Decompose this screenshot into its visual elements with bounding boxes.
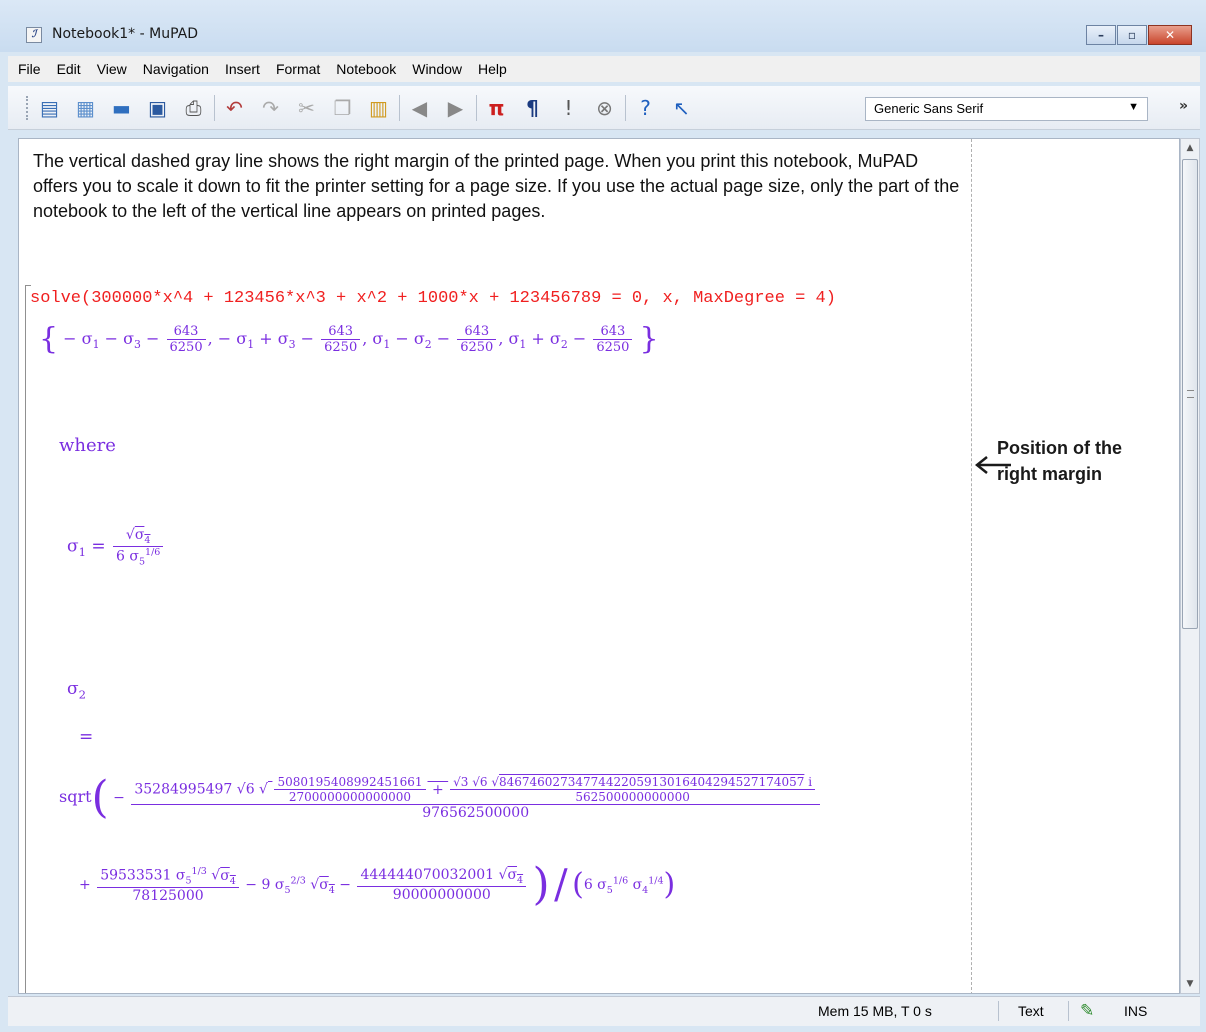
insert-calculation-icon[interactable]: π — [481, 93, 512, 123]
undo-icon[interactable]: ↶ — [219, 93, 250, 123]
margin-annotation: Position of the right margin — [997, 435, 1122, 487]
forward-icon[interactable]: ▶ — [440, 93, 471, 123]
menu-help[interactable]: Help — [470, 61, 515, 77]
menu-window[interactable]: Window — [404, 61, 470, 77]
sigma2-sqrt-line1: sqrt( − 35284995497 √6 √ 508019540899245… — [59, 775, 822, 821]
scroll-up-icon[interactable]: ▲ — [1181, 139, 1199, 157]
font-family-select[interactable]: Generic Sans Serif ▼ — [865, 97, 1148, 121]
open-icon[interactable]: ▬ — [106, 93, 137, 123]
menu-file[interactable]: File — [10, 61, 49, 77]
scrollbar-thumb[interactable] — [1182, 159, 1198, 629]
save-icon[interactable]: ▣ — [142, 93, 173, 123]
vertical-scrollbar[interactable]: ▲ ▼ — [1180, 138, 1200, 994]
back-icon[interactable]: ◀ — [404, 93, 435, 123]
sigma2-sqrt-line2: + 59533531 σ51/3 √σ4 78125000 − 9 σ52/3 … — [79, 859, 676, 910]
chevron-down-icon: ▼ — [1128, 101, 1139, 113]
annotation-line-1: Position of the — [997, 438, 1122, 458]
edit-pen-icon: ✎ — [1080, 1001, 1095, 1020]
right-margin-line — [971, 139, 972, 993]
stop-icon[interactable]: ⊗ — [589, 93, 620, 123]
where-label: where — [59, 435, 116, 456]
menu-navigation[interactable]: Navigation — [135, 61, 217, 77]
menu-notebook[interactable]: Notebook — [328, 61, 404, 77]
redo-icon[interactable]: ↷ — [255, 93, 286, 123]
solve-command[interactable]: solve(300000*x^4 + 123456*x^3 + x^2 + 10… — [30, 289, 836, 308]
toolbar: ▤ ▦ ▬ ▣ ⎙ ↶ ↷ ✂ ❐ ▥ ◀ ▶ π ¶ ! ⊗ ? ↖ Gene… — [8, 86, 1200, 130]
menu-bar: File Edit View Navigation Insert Format … — [8, 56, 1200, 82]
sigma2-equals: = — [79, 727, 94, 747]
close-button[interactable]: ✕ — [1148, 25, 1192, 45]
sigma2-label: σ2 — [67, 679, 86, 702]
context-help-icon[interactable]: ↖ — [666, 93, 697, 123]
insert-text-icon[interactable]: ¶ — [517, 93, 548, 123]
print-icon[interactable]: ⎙ — [178, 93, 209, 123]
notebook-document[interactable]: The vertical dashed gray line shows the … — [18, 138, 1180, 994]
toolbar-overflow-icon[interactable]: » — [1179, 98, 1188, 114]
scroll-down-icon[interactable]: ▼ — [1181, 975, 1199, 993]
font-family-value: Generic Sans Serif — [874, 101, 984, 116]
solution-set: { − σ1 − σ3 − 643 6250, − σ1 + σ3 − 643 62… — [39, 321, 659, 357]
toolbar-grip[interactable] — [26, 96, 29, 120]
mode-status: Text — [1018, 1003, 1044, 1019]
input-region-bracket — [25, 285, 31, 993]
mupad-window: ℐ Notebook1* - MuPAD – ▫ ✕ File Edit Vie… — [0, 0, 1206, 1032]
cut-icon[interactable]: ✂ — [291, 93, 322, 123]
evaluate-icon[interactable]: ! — [553, 93, 584, 123]
menu-view[interactable]: View — [89, 61, 135, 77]
insert-mode-status: INS — [1124, 1003, 1148, 1019]
text-paragraph[interactable]: The vertical dashed gray line shows the … — [33, 149, 963, 223]
new-editor-icon[interactable]: ▦ — [70, 93, 101, 123]
help-icon[interactable]: ? — [630, 93, 661, 123]
menu-format[interactable]: Format — [268, 61, 328, 77]
menu-insert[interactable]: Insert — [217, 61, 268, 77]
minimize-button[interactable]: – — [1086, 25, 1116, 45]
new-notebook-icon[interactable]: ▤ — [34, 93, 65, 123]
annotation-arrow-icon — [974, 456, 1011, 474]
mupad-app-icon: ℐ — [26, 27, 42, 43]
window-title: Notebook1* - MuPAD — [52, 26, 198, 42]
memory-status: Mem 15 MB, T 0 s — [818, 1003, 932, 1019]
sigma1-definition: σ1 = √σ4 6 σ51/6 — [67, 527, 165, 567]
status-bar: Mem 15 MB, T 0 s Text ✎ INS — [8, 996, 1200, 1026]
title-bar: ℐ Notebook1* - MuPAD – ▫ ✕ — [0, 0, 1206, 52]
annotation-line-2: right margin — [997, 464, 1103, 485]
menu-edit[interactable]: Edit — [49, 61, 89, 77]
maximize-button[interactable]: ▫ — [1117, 25, 1147, 45]
paste-icon[interactable]: ▥ — [363, 93, 394, 123]
copy-icon[interactable]: ❐ — [327, 93, 358, 123]
